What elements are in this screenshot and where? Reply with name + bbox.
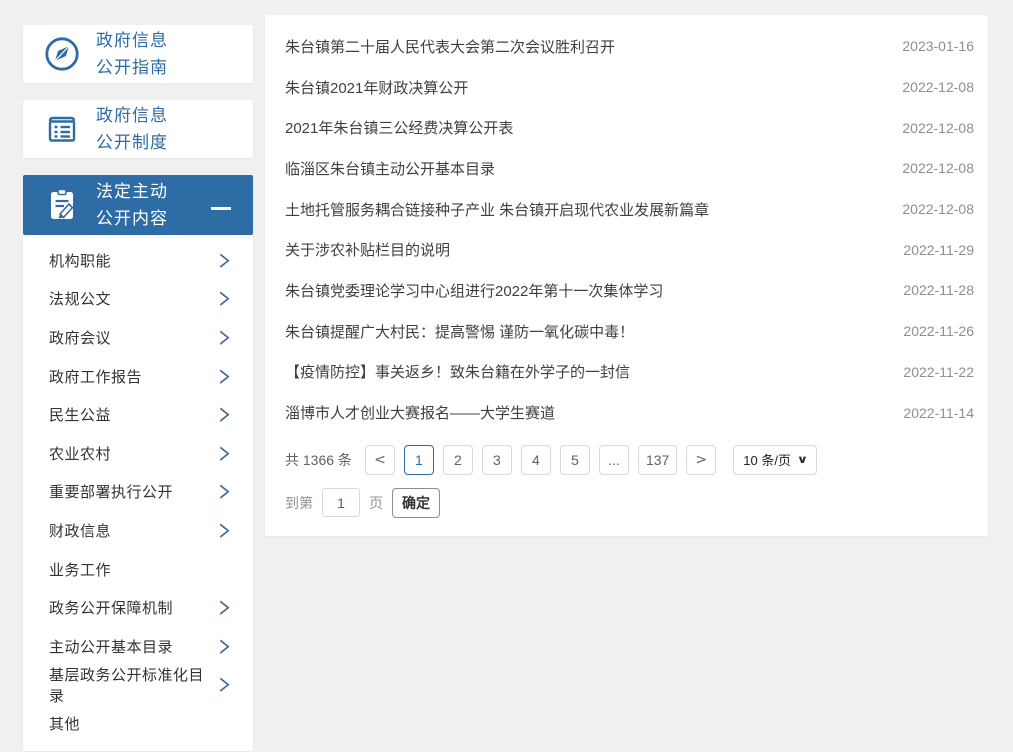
page-button[interactable]: 5 bbox=[560, 445, 590, 475]
sidebar-item-label: 政府信息 公开指南 bbox=[96, 27, 168, 81]
sidebar-item-regulations[interactable]: 法规公文＞ bbox=[23, 280, 253, 319]
sidebar-item-grassroots-catalog[interactable]: 基层政务公开标准化目录＞ bbox=[23, 666, 253, 705]
article-title[interactable]: 淄博市人才创业大赛报名——大学生赛道 bbox=[285, 402, 555, 423]
sidebar-item-statutory-disclosure[interactable]: 法定主动 公开内容 bbox=[23, 175, 253, 235]
chevron-right-icon: ＞ bbox=[219, 673, 231, 697]
sidebar-item-gov-info-guide[interactable]: 政府信息 公开指南 bbox=[23, 25, 253, 83]
chevron-right-icon: ＞ bbox=[219, 403, 231, 427]
article-title[interactable]: 朱台镇2021年财政决算公开 bbox=[285, 77, 468, 98]
clipboard-pencil-icon bbox=[41, 184, 83, 226]
sidebar: 政府信息 公开指南 政府信息 公开制度 bbox=[23, 25, 253, 751]
sidebar-item-label: 法定主动 公开内容 bbox=[96, 178, 168, 232]
article-title[interactable]: 【疫情防控】事关返乡！致朱台籍在外学子的一封信 bbox=[285, 361, 630, 382]
article-row[interactable]: 淄博市人才创业大赛报名——大学生赛道 2022-11-14 bbox=[265, 392, 988, 433]
article-row[interactable]: 土地托管服务耦合链接种子产业 朱台镇开启现代农业发展新篇章 2022-12-08 bbox=[265, 189, 988, 230]
article-row[interactable]: 朱台镇2021年财政决算公开 2022-12-08 bbox=[265, 67, 988, 108]
goto-prefix-label: 到第 bbox=[285, 493, 313, 513]
article-title[interactable]: 朱台镇党委理论学习中心组进行2022年第十一次集体学习 bbox=[285, 280, 663, 301]
sidebar-item-key-deployments[interactable]: 重要部署执行公开＞ bbox=[23, 473, 253, 512]
article-title[interactable]: 临淄区朱台镇主动公开基本目录 bbox=[285, 158, 495, 179]
sidebar-item-fiscal-info[interactable]: 财政信息＞ bbox=[23, 511, 253, 550]
compass-icon bbox=[41, 33, 83, 75]
article-date: 2022-11-14 bbox=[903, 405, 974, 421]
sidebar-item-org-functions[interactable]: 机构职能＞ bbox=[23, 241, 253, 280]
chevron-right-icon: ＞ bbox=[219, 441, 231, 465]
article-date: 2022-12-08 bbox=[902, 160, 974, 176]
article-row[interactable]: 【疫情防控】事关返乡！致朱台籍在外学子的一封信 2022-11-22 bbox=[265, 352, 988, 393]
article-row[interactable]: 朱台镇第二十届人民代表大会第二次会议胜利召开 2023-01-16 bbox=[265, 26, 988, 67]
sidebar-item-livelihood[interactable]: 民生公益＞ bbox=[23, 395, 253, 434]
article-date: 2022-11-28 bbox=[903, 282, 974, 298]
article-date: 2022-12-08 bbox=[902, 120, 974, 136]
goto-page-bar: 到第 页 确定 bbox=[285, 488, 974, 518]
sidebar-item-other[interactable]: 其他 bbox=[23, 704, 253, 743]
sidebar-item-label: 政府信息 公开制度 bbox=[96, 102, 168, 156]
article-date: 2022-11-26 bbox=[903, 323, 974, 339]
next-page-button[interactable]: > bbox=[686, 445, 716, 475]
chevron-right-icon: ＞ bbox=[219, 287, 231, 311]
page-ellipsis-button[interactable]: ... bbox=[599, 445, 629, 475]
article-row[interactable]: 朱台镇提醒广大村民：提高警惕 谨防一氧化碳中毒！ 2022-11-26 bbox=[265, 311, 988, 352]
chevron-right-icon: ＞ bbox=[219, 596, 231, 620]
article-row[interactable]: 关于涉农补贴栏目的说明 2022-11-29 bbox=[265, 229, 988, 270]
article-date: 2022-11-22 bbox=[903, 364, 974, 380]
page-button[interactable]: 137 bbox=[638, 445, 677, 475]
chevron-right-icon: ＞ bbox=[219, 518, 231, 542]
sidebar-item-work-report[interactable]: 政府工作报告＞ bbox=[23, 357, 253, 396]
collapse-minus-icon[interactable] bbox=[211, 207, 231, 210]
article-row[interactable]: 2021年朱台镇三公经费决算公开表 2022-12-08 bbox=[265, 107, 988, 148]
article-title[interactable]: 朱台镇第二十届人民代表大会第二次会议胜利召开 bbox=[285, 36, 615, 57]
article-date: 2022-12-08 bbox=[902, 79, 974, 95]
article-title[interactable]: 关于涉农补贴栏目的说明 bbox=[285, 239, 450, 260]
page-size-select[interactable]: 10 条/页 ∨ bbox=[733, 445, 817, 475]
sidebar-item-gov-info-system[interactable]: 政府信息 公开制度 bbox=[23, 100, 253, 158]
chevron-right-icon: ＞ bbox=[219, 364, 231, 388]
article-title[interactable]: 土地托管服务耦合链接种子产业 朱台镇开启现代农业发展新篇章 bbox=[285, 199, 709, 220]
article-date: 2022-12-08 bbox=[902, 201, 974, 217]
sidebar-item-business-work[interactable]: 业务工作 bbox=[23, 550, 253, 589]
page-button[interactable]: 2 bbox=[443, 445, 473, 475]
page-button[interactable]: 4 bbox=[521, 445, 551, 475]
sidebar-item-agriculture[interactable]: 农业农村＞ bbox=[23, 434, 253, 473]
sidebar-submenu: 机构职能＞ 法规公文＞ 政府会议＞ 政府工作报告＞ 民生公益＞ 农业农村＞ 重要… bbox=[23, 235, 253, 751]
pagination-bar: 共 1366 条 < 1 2 3 4 5 ... 137 > 10 条/页 ∨ bbox=[285, 445, 974, 475]
article-title[interactable]: 2021年朱台镇三公经费决算公开表 bbox=[285, 117, 513, 138]
chevron-right-icon: ＞ bbox=[219, 248, 231, 272]
ledger-icon bbox=[41, 108, 83, 150]
page-size-label: 10 条/页 bbox=[743, 450, 791, 469]
prev-page-button[interactable]: < bbox=[365, 445, 395, 475]
chevron-right-icon: ＞ bbox=[219, 634, 231, 658]
article-list-panel: 朱台镇第二十届人民代表大会第二次会议胜利召开 2023-01-16 朱台镇2021… bbox=[265, 15, 988, 536]
page-button[interactable]: 3 bbox=[482, 445, 512, 475]
article-row[interactable]: 朱台镇党委理论学习中心组进行2022年第十一次集体学习 2022-11-28 bbox=[265, 270, 988, 311]
chevron-down-icon: ∨ bbox=[797, 453, 809, 466]
goto-suffix-label: 页 bbox=[369, 493, 383, 513]
article-row[interactable]: 临淄区朱台镇主动公开基本目录 2022-12-08 bbox=[265, 148, 988, 189]
article-title[interactable]: 朱台镇提醒广大村民：提高警惕 谨防一氧化碳中毒！ bbox=[285, 321, 634, 342]
page-button-current[interactable]: 1 bbox=[404, 445, 434, 475]
chevron-right-icon: ＞ bbox=[219, 480, 231, 504]
article-date: 2023-01-16 bbox=[902, 38, 974, 54]
total-count-label: 共 1366 条 bbox=[285, 450, 352, 470]
chevron-right-icon: ＞ bbox=[219, 325, 231, 349]
goto-page-input[interactable] bbox=[322, 488, 360, 517]
sidebar-item-gov-meetings[interactable]: 政府会议＞ bbox=[23, 318, 253, 357]
sidebar-item-basic-catalog[interactable]: 主动公开基本目录＞ bbox=[23, 627, 253, 666]
sidebar-item-disclosure-guarantee[interactable]: 政务公开保障机制＞ bbox=[23, 588, 253, 627]
article-date: 2022-11-29 bbox=[903, 242, 974, 258]
confirm-button[interactable]: 确定 bbox=[392, 488, 440, 518]
